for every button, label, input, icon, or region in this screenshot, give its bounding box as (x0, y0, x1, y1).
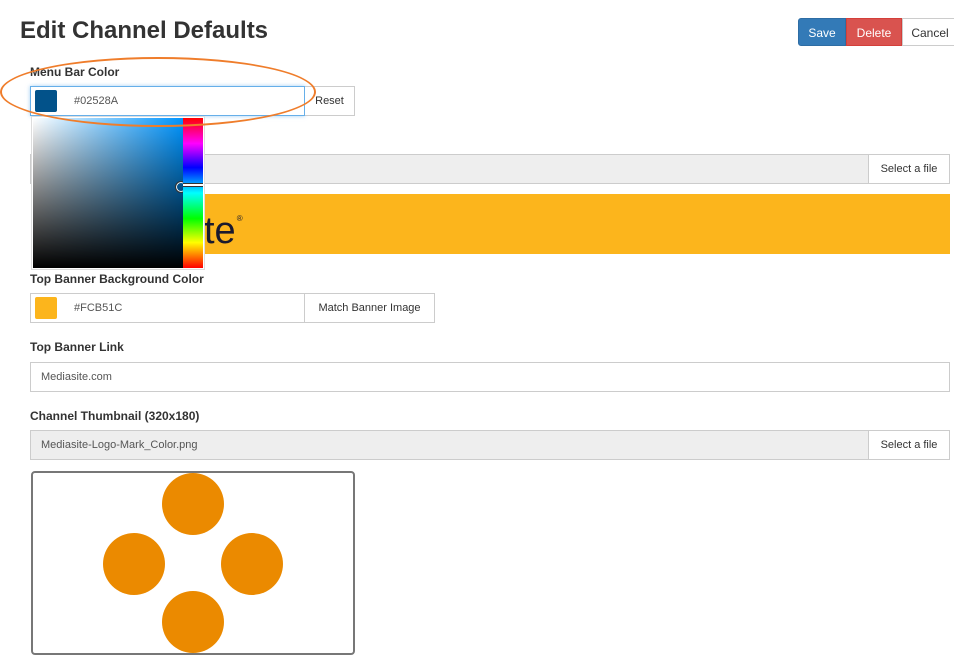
match-banner-image-button[interactable]: Match Banner Image (305, 293, 435, 323)
logo-dot-left (103, 533, 165, 595)
top-banner-bg-label: Top Banner Background Color (30, 272, 204, 286)
channel-thumbnail-preview (31, 471, 355, 655)
banner-logo-text: te® (204, 210, 243, 252)
menu-bar-color-input[interactable]: #02528A (30, 86, 305, 116)
reset-button[interactable]: Reset (305, 86, 355, 116)
channel-thumbnail-label: Channel Thumbnail (320x180) (30, 409, 200, 423)
top-banner-bg-value: #FCB51C (74, 302, 123, 314)
delete-button[interactable]: Delete (846, 18, 902, 46)
logo-dot-top (162, 473, 224, 535)
top-banner-link-value: Mediasite.com (41, 371, 112, 383)
save-button[interactable]: Save (798, 18, 846, 46)
logo-dot-right (221, 533, 283, 595)
logo-dot-bottom (162, 591, 224, 653)
menu-bar-color-group: #02528A Reset (30, 86, 355, 116)
cancel-button[interactable]: Cancel (902, 18, 954, 46)
menu-bar-color-swatch[interactable] (35, 90, 57, 112)
hue-slider-handle[interactable] (183, 183, 203, 187)
top-banner-link-input[interactable]: Mediasite.com (30, 362, 950, 392)
thumbnail-select-file-button[interactable]: Select a file (869, 430, 950, 460)
page-title: Edit Channel Defaults (20, 17, 269, 44)
top-banner-link-label: Top Banner Link (30, 340, 124, 354)
color-picker-popup (31, 116, 205, 270)
channel-thumbnail-group: Mediasite-Logo-Mark_Color.png Select a f… (30, 430, 950, 460)
banner-select-file-button[interactable]: Select a file (869, 154, 950, 184)
saturation-value-area[interactable] (33, 118, 183, 268)
top-banner-bg-input[interactable]: #FCB51C (30, 293, 305, 323)
hue-slider[interactable] (183, 118, 203, 268)
channel-thumbnail-filename: Mediasite-Logo-Mark_Color.png (30, 430, 869, 460)
menu-bar-color-value: #02528A (74, 95, 119, 107)
menu-bar-color-label: Menu Bar Color (30, 65, 120, 79)
banner-preview: te® (204, 194, 950, 254)
top-banner-bg-swatch[interactable] (35, 297, 57, 319)
channel-thumbnail-filename-text: Mediasite-Logo-Mark_Color.png (41, 439, 198, 451)
top-banner-bg-group: #FCB51C Match Banner Image (30, 293, 435, 323)
